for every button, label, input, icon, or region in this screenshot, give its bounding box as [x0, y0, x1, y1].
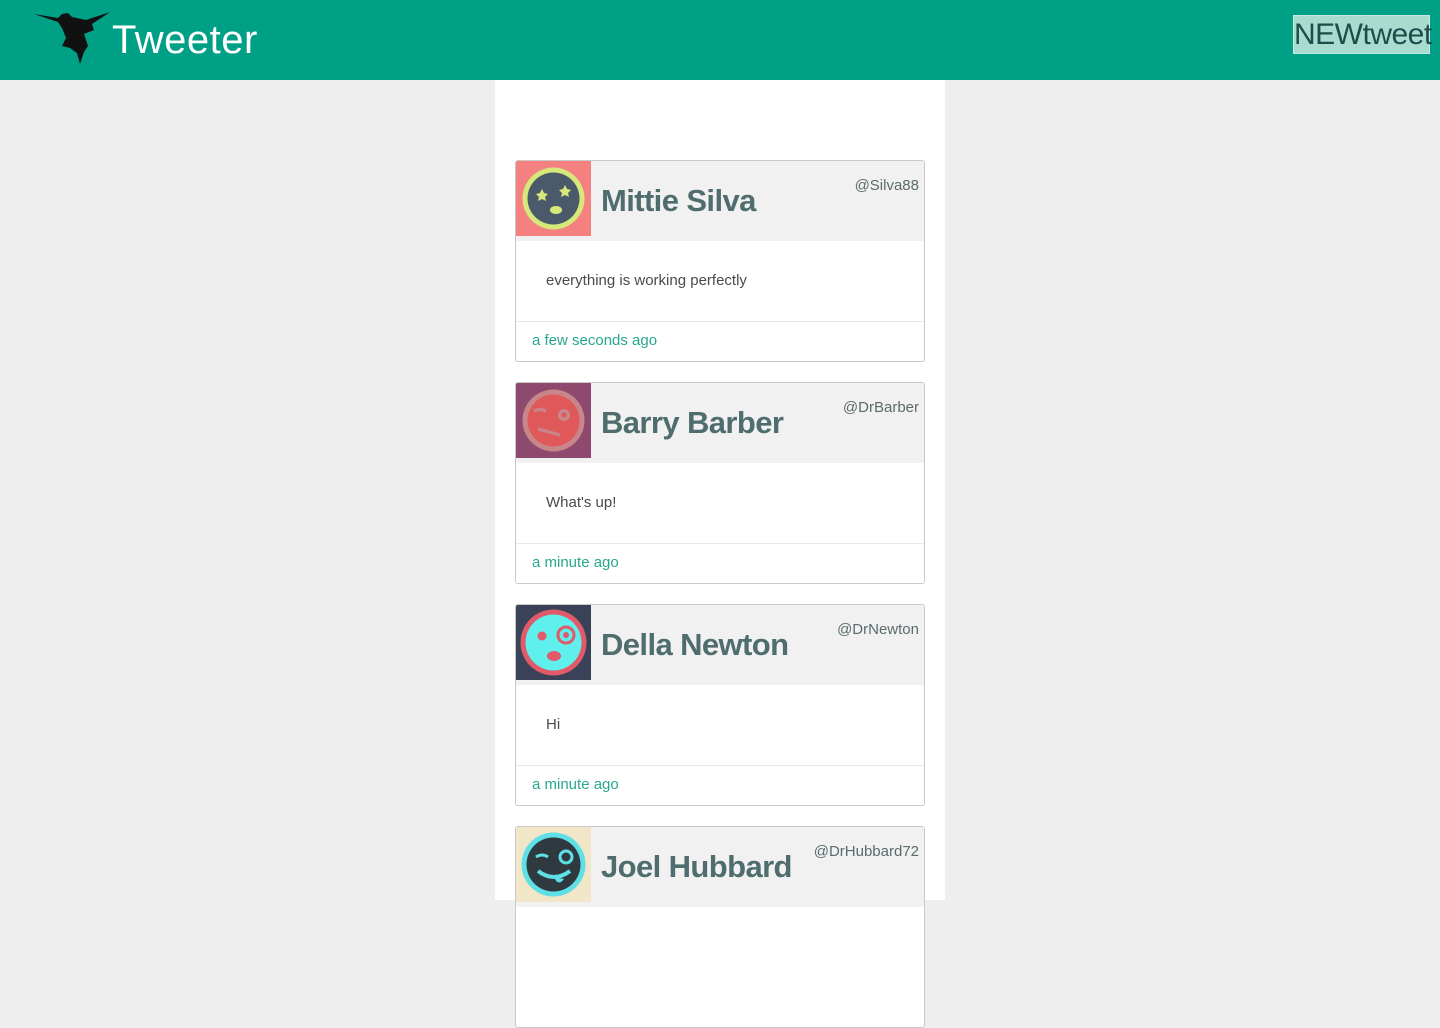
tweet-timestamp: a minute ago: [532, 554, 619, 571]
avatar: [516, 605, 591, 680]
avatar: [516, 161, 591, 236]
tweet-footer: a minute ago: [516, 543, 924, 583]
tweet-card: Barry Barber @DrBarber What's up! a minu…: [515, 382, 925, 584]
tweet-text: What's up!: [546, 494, 617, 511]
author-handle[interactable]: @DrBarber: [843, 399, 919, 417]
dizzy-face-icon: [522, 167, 585, 230]
tweet-text: everything is working perfectly: [546, 272, 747, 289]
winking-face-icon: [522, 389, 585, 452]
tweet-timestamp: a few seconds ago: [532, 332, 658, 349]
author-name[interactable]: Barry Barber: [601, 403, 784, 443]
tweet-header: Joel Hubbard @DrHubbard72: [516, 827, 924, 907]
tweet-text: Hi: [546, 716, 561, 733]
hummingbird-icon[interactable]: [32, 8, 112, 68]
author-handle[interactable]: @DrNewton: [837, 621, 919, 639]
tweet-feed: Mittie Silva @Silva88 everything is work…: [495, 80, 945, 1028]
avatar: [516, 827, 591, 902]
new-tweet-button[interactable]: NEWtweet: [1293, 15, 1432, 54]
tweet-card: Mittie Silva @Silva88 everything is work…: [515, 160, 925, 362]
author-name[interactable]: Joel Hubbard: [601, 847, 792, 887]
tweet-footer: a minute ago: [516, 765, 924, 805]
tweet-footer: a few seconds ago: [516, 321, 924, 361]
tongue-out-face-icon: [521, 832, 586, 897]
brand-title[interactable]: Tweeter: [112, 16, 258, 64]
surprised-face-icon: [520, 609, 587, 676]
author-name[interactable]: Mittie Silva: [601, 181, 756, 221]
tweet-header: Della Newton @DrNewton: [516, 605, 924, 685]
top-nav-bar: Tweeter NEWtweet: [0, 0, 1440, 80]
tweet-header: Mittie Silva @Silva88: [516, 161, 924, 241]
author-handle[interactable]: @DrHubbard72: [814, 843, 919, 861]
author-handle[interactable]: @Silva88: [855, 177, 919, 195]
author-name[interactable]: Della Newton: [601, 625, 789, 665]
tweet-card: Della Newton @DrNewton Hi a minute ago: [515, 604, 925, 806]
avatar: [516, 383, 591, 458]
tweet-timestamp: a minute ago: [532, 776, 619, 793]
tweet-header: Barry Barber @DrBarber: [516, 383, 924, 463]
tweet-card: Joel Hubbard @DrHubbard72: [515, 826, 925, 1028]
